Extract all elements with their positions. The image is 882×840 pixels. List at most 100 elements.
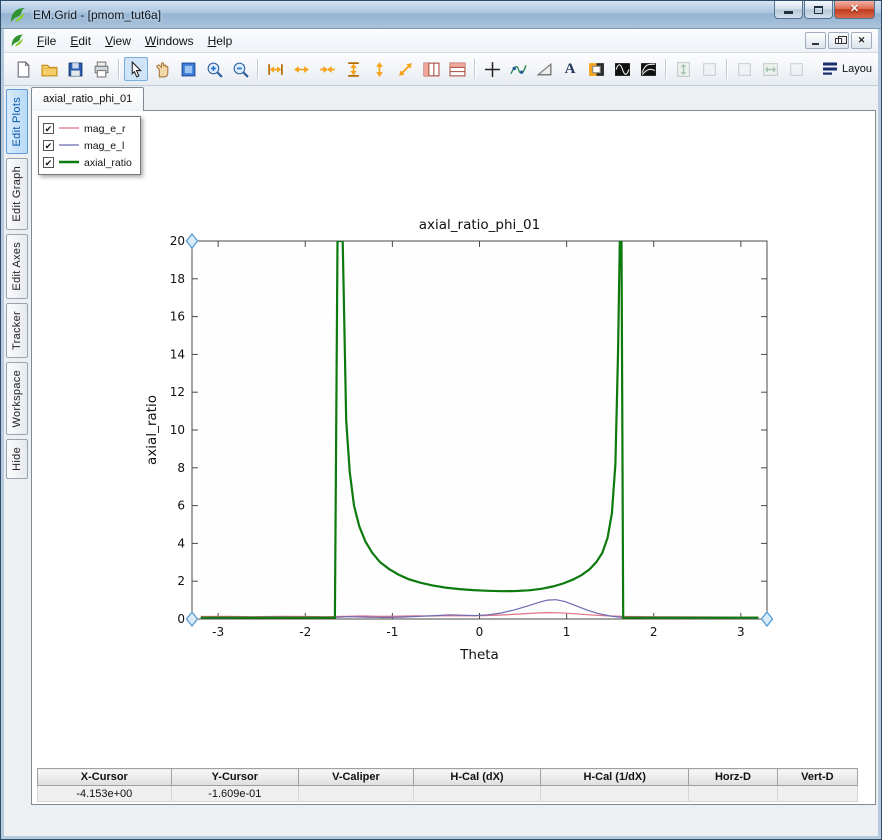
plain-box-icon: [788, 61, 805, 78]
maximize-button[interactable]: [804, 1, 833, 19]
legend-box[interactable]: ✔mag_e_r✔mag_e_l✔axial_ratio: [38, 116, 141, 175]
window-controls: ✕: [774, 1, 875, 19]
side-tab-edit-graph[interactable]: Edit Graph: [6, 158, 28, 230]
pan-hand-icon: [154, 61, 171, 78]
layout-button[interactable]: Layou: [818, 58, 872, 81]
cursor-value-cell: [689, 786, 778, 802]
compress-x-icon: [319, 61, 336, 78]
lock-h-left-button: [732, 57, 756, 81]
window-title: EM.Grid - [pmom_tut6a]: [33, 8, 161, 22]
zoom-region-button[interactable]: [176, 57, 200, 81]
open-file-button[interactable]: [37, 57, 61, 81]
side-tab-edit-axes[interactable]: Edit Axes: [6, 234, 28, 299]
cursor-value-cell: [777, 786, 857, 802]
column-layout-button[interactable]: [419, 57, 443, 81]
layout-button-label: Layou: [842, 63, 872, 75]
legend-item-axial_ratio[interactable]: ✔axial_ratio: [43, 154, 132, 171]
slope-marker-button[interactable]: [532, 57, 556, 81]
rows-icon: [449, 61, 466, 78]
side-tab-tracker[interactable]: Tracker: [6, 303, 28, 358]
cursor-col-header: Horz-D: [689, 769, 778, 786]
fit-height-button[interactable]: [341, 57, 365, 81]
side-tab-workspace[interactable]: Workspace: [6, 362, 28, 436]
side-tab-strip: Edit Plots Edit Graph Edit Axes Tracker Work…: [5, 89, 29, 479]
toolbar-separator: [474, 59, 475, 79]
menu-windows[interactable]: Windows: [138, 31, 201, 51]
waveform-button[interactable]: [610, 57, 634, 81]
checkbox-mag_e_l[interactable]: ✔: [43, 140, 54, 151]
colormap-icon: [588, 61, 605, 78]
menu-list: FileEditViewWindowsHelp: [30, 31, 239, 51]
side-tab-hide[interactable]: Hide: [6, 439, 28, 479]
curve-marker-button[interactable]: [506, 57, 530, 81]
new-file-button[interactable]: [11, 57, 35, 81]
document-tab[interactable]: axial_ratio_phi_01: [31, 87, 144, 111]
print-icon: [93, 61, 110, 78]
plot-page: ✔mag_e_r✔mag_e_l✔axial_ratio 02468101214…: [31, 110, 876, 805]
toolbar-separator: [257, 59, 258, 79]
slope-triangle-icon: [536, 61, 553, 78]
cursor-col-header: V-Caliper: [299, 769, 414, 786]
menu-view[interactable]: View: [98, 31, 138, 51]
menu-help[interactable]: Help: [201, 31, 240, 51]
app-logo-icon: [9, 6, 27, 24]
zoom-in-button[interactable]: [202, 57, 226, 81]
child-restore-button[interactable]: [828, 32, 849, 49]
x-tick-label: 3: [737, 625, 745, 639]
text-tool-button[interactable]: A: [558, 57, 582, 81]
menu-edit[interactable]: Edit: [63, 31, 98, 51]
link-axes-h-button: [758, 57, 782, 81]
expand-y-button[interactable]: [367, 57, 391, 81]
save-button[interactable]: [63, 57, 87, 81]
legend-line-sample: [58, 137, 80, 155]
titlebar[interactable]: EM.Grid - [pmom_tut6a] ✕: [1, 1, 881, 29]
checkbox-mag_e_r[interactable]: ✔: [43, 123, 54, 134]
zoom-out-icon: [232, 61, 249, 78]
compress-x-button[interactable]: [315, 57, 339, 81]
side-tab-edit-plots[interactable]: Edit Plots: [6, 89, 28, 154]
waveform-alt-button[interactable]: [636, 57, 660, 81]
y-tick-label: 2: [177, 574, 185, 588]
chart-title: axial_ratio_phi_01: [419, 217, 540, 233]
expand-y-icon: [371, 61, 388, 78]
zoom-in-icon: [206, 61, 223, 78]
legend-item-mag_e_r[interactable]: ✔mag_e_r: [43, 120, 132, 137]
pan-tool-button[interactable]: [150, 57, 174, 81]
side-tab-label: Edit Graph: [9, 159, 25, 229]
child-close-button[interactable]: ✕: [851, 32, 872, 49]
fit-width-button[interactable]: [263, 57, 287, 81]
expand-x-icon: [293, 61, 310, 78]
pointer-tool-button[interactable]: [124, 57, 148, 81]
child-minimize-button[interactable]: [805, 32, 826, 49]
cursor-value-cell: [541, 786, 689, 802]
row-layout-button[interactable]: [445, 57, 469, 81]
menubar: FileEditViewWindowsHelp ✕: [4, 29, 878, 53]
cursor-value-cell: [299, 786, 414, 802]
checkbox-axial_ratio[interactable]: ✔: [43, 157, 54, 168]
cursor-value-cell: -1.609e-01: [171, 786, 298, 802]
menu-file[interactable]: File: [30, 31, 63, 51]
plot-area[interactable]: [192, 241, 767, 619]
side-tab-label: Edit Plots: [9, 90, 25, 153]
child-window-controls: ✕: [805, 32, 874, 49]
legend-line-sample: [58, 154, 80, 172]
legend-item-mag_e_l[interactable]: ✔mag_e_l: [43, 137, 132, 154]
child-window-icon: [10, 33, 25, 48]
minimize-button[interactable]: [774, 1, 803, 19]
cursor-readout-table: X-CursorY-CursorV-CaliperH-Cal (dX)H-Cal…: [37, 768, 858, 802]
zoom-out-button[interactable]: [228, 57, 252, 81]
autoscale-button[interactable]: [393, 57, 417, 81]
x-axis-label: Theta: [459, 647, 499, 663]
axes-link-h-icon: [762, 61, 779, 78]
curve-marker-icon: [510, 61, 527, 78]
save-icon: [67, 61, 84, 78]
expand-x-button[interactable]: [289, 57, 313, 81]
workspace: Edit Plots Edit Graph Edit Axes Tracker Work…: [4, 86, 878, 836]
print-button[interactable]: [89, 57, 113, 81]
chart-canvas[interactable]: 02468101214161820-3-2-10123axial_ratio_p…: [142, 211, 792, 671]
cursor-value-cell: [413, 786, 540, 802]
crosshair-button[interactable]: [480, 57, 504, 81]
new-document-icon: [15, 61, 32, 78]
colormap-button[interactable]: [584, 57, 608, 81]
close-button[interactable]: ✕: [834, 1, 875, 19]
